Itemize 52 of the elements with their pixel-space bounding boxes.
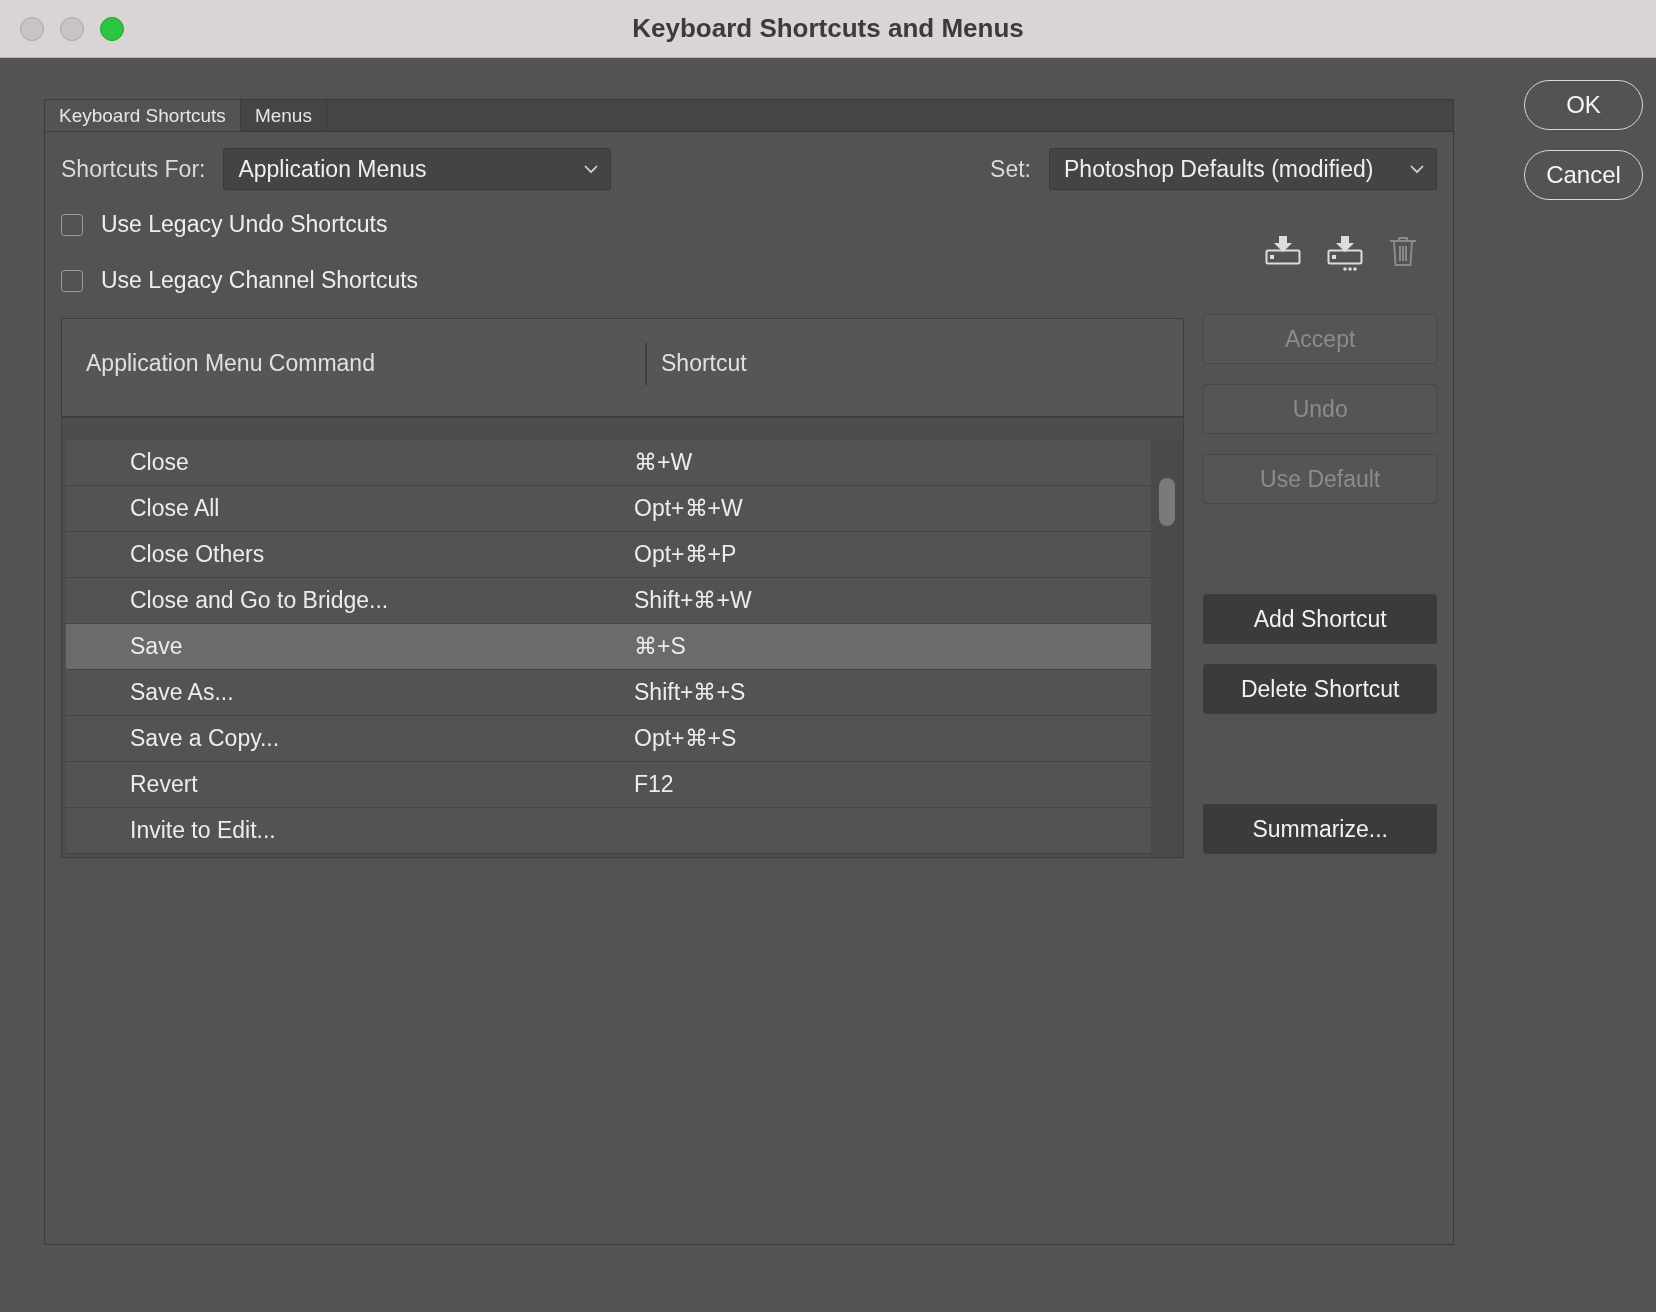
- column-header[interactable]: Shortcut: [647, 343, 747, 377]
- table-row[interactable]: Close ⌘+W: [66, 440, 1152, 486]
- checkbox[interactable]: [61, 269, 83, 292]
- shortcut-cell: Opt+⌘+P: [634, 541, 737, 568]
- table-row[interactable]: Invite to Edit...: [66, 808, 1152, 854]
- shortcut-cell: Opt+⌘+W: [634, 495, 743, 522]
- shortcut-cell: ⌘+W: [634, 449, 693, 476]
- shortcut-cell: ⌘+S: [634, 633, 686, 660]
- dialog-button[interactable]: Cancel: [1524, 150, 1643, 200]
- command-cell-text: Close Others: [129, 541, 266, 568]
- table-row[interactable]: Save ⌘+S: [66, 624, 1152, 670]
- command-cell-text: Save As...: [129, 679, 235, 706]
- checkbox-label: Use Legacy Undo Shortcuts: [101, 211, 388, 238]
- zoom-button[interactable]: [100, 16, 124, 41]
- shortcut-cell: Shift+⌘+S: [634, 679, 746, 706]
- save-set-as-icon[interactable]: [1327, 236, 1363, 272]
- side-button[interactable]: Delete Shortcut: [1203, 664, 1437, 714]
- close-button[interactable]: [20, 16, 44, 41]
- command-cell-text: Close All: [129, 495, 221, 522]
- table-row[interactable]: Save As... Shift+⌘+S: [66, 670, 1152, 716]
- shortcuts-for-dropdown[interactable]: Application Menus: [223, 148, 612, 190]
- trash-icon[interactable]: [1389, 236, 1417, 266]
- chevron-icon: [584, 164, 599, 174]
- table-row[interactable]: Revert F12: [66, 762, 1152, 808]
- command-cell-text: Close and Go to Bridge...: [129, 587, 390, 614]
- tab[interactable]: Keyboard Shortcuts: [45, 100, 241, 131]
- set-label: Set:: [990, 155, 1031, 183]
- window-title: Keyboard Shortcuts and Menus: [632, 13, 1024, 44]
- set-dropdown[interactable]: Photoshop Defaults (modified): [1049, 148, 1437, 190]
- minimize-button[interactable]: [60, 16, 84, 41]
- checkbox[interactable]: [61, 213, 83, 236]
- command-cell-text: Revert: [129, 771, 199, 798]
- shortcut-cell: Shift+⌘+W: [634, 587, 752, 614]
- table-row[interactable]: Close and Go to Bridge... Shift+⌘+W: [66, 578, 1152, 624]
- side-button[interactable]: Summarize...: [1203, 804, 1437, 854]
- shortcut-cell: F12: [634, 771, 674, 798]
- scroll-thumb[interactable]: [1159, 478, 1176, 526]
- command-cell-text: Save a Copy...: [129, 725, 281, 752]
- command-cell-text: Invite to Edit...: [129, 817, 277, 844]
- table-row[interactable]: Close Others Opt+⌘+P: [66, 532, 1152, 578]
- command-cell-text: Close: [129, 449, 190, 476]
- shortcut-cell: Opt+⌘+S: [634, 725, 737, 752]
- table-row[interactable]: Close All Opt+⌘+W: [66, 486, 1152, 532]
- column-header[interactable]: Application Menu Command: [62, 343, 647, 385]
- table-row[interactable]: Save a Copy... Opt+⌘+S: [66, 716, 1152, 762]
- command-cell-text: Save: [129, 633, 184, 660]
- save-set-icon[interactable]: [1265, 236, 1301, 266]
- chevron-icon: [1410, 164, 1424, 174]
- dialog-button[interactable]: OK: [1524, 80, 1643, 130]
- checkbox-label: Use Legacy Channel Shortcuts: [101, 267, 419, 294]
- shortcuts-for-label: Shortcuts For:: [61, 155, 206, 183]
- side-button[interactable]: Add Shortcut: [1203, 594, 1437, 644]
